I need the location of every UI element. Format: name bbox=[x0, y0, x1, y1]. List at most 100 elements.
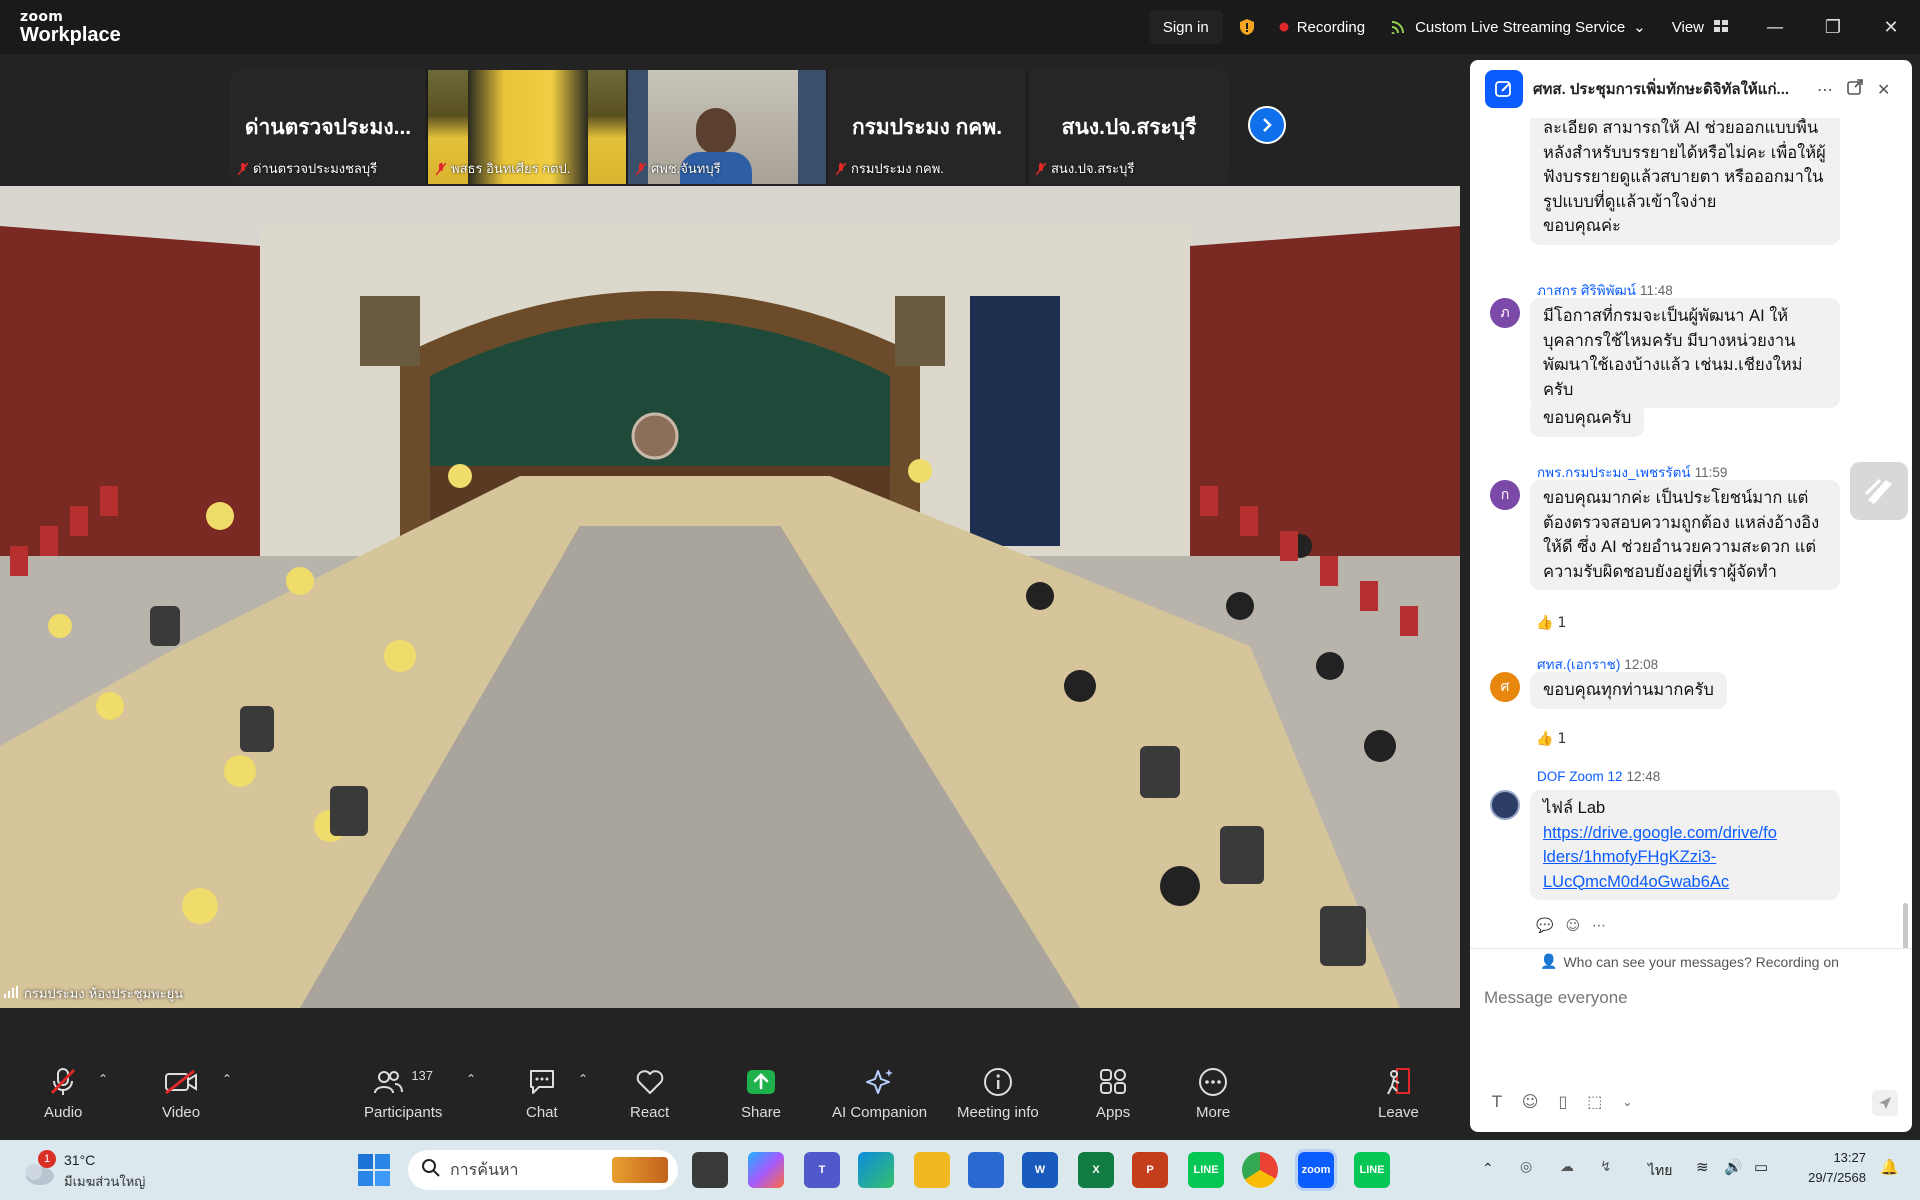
active-speaker-video[interactable]: กรมประมง ห้องประชุมพะยูน bbox=[0, 186, 1460, 1008]
thumbs-up-icon: 👍 bbox=[1536, 615, 1554, 631]
message-input[interactable]: Message everyone bbox=[1484, 988, 1628, 1008]
next-page-button[interactable] bbox=[1248, 106, 1286, 144]
avatar[interactable]: ศ bbox=[1490, 672, 1520, 702]
emoji-icon[interactable]: ☺ bbox=[1522, 1092, 1539, 1111]
participant-tile[interactable]: กรมประมง กคพ. กรมประมง กคพ. bbox=[828, 70, 1028, 184]
text-format-icon[interactable]: T bbox=[1492, 1092, 1502, 1111]
reaction-badge[interactable]: 👍 1 bbox=[1536, 615, 1566, 631]
chat-options-caret[interactable]: ⌃ bbox=[578, 1072, 588, 1086]
leave-label: Leave bbox=[1378, 1104, 1419, 1121]
chat-scrollbar[interactable] bbox=[1903, 903, 1908, 948]
more-icon bbox=[1198, 1064, 1228, 1100]
chat-bubble[interactable]: ไฟล์ Lab https://drive.google.com/drive/… bbox=[1530, 790, 1840, 900]
whiteboard-float-icon[interactable] bbox=[1850, 462, 1908, 520]
live-stream-label: Custom Live Streaming Service bbox=[1415, 18, 1626, 36]
drive-link[interactable]: lders/1hmofyFHgKZzi3- bbox=[1543, 845, 1827, 870]
tray-icon[interactable]: ◎ bbox=[1520, 1158, 1532, 1175]
chat-bubble[interactable]: ขอบคุณมากค่ะ เป็นประโยชน์มาก แต่ ต้องตรว… bbox=[1530, 480, 1840, 590]
tray-icon[interactable]: ↯ bbox=[1600, 1158, 1612, 1175]
teams-icon[interactable]: T bbox=[804, 1152, 840, 1188]
chevron-up-icon[interactable]: ⌃ bbox=[1482, 1160, 1494, 1177]
pop-out-icon[interactable] bbox=[1847, 79, 1863, 99]
chat-bubble[interactable]: มีโอกาสที่กรมจะเป็นผู้พัฒนา AI ให้ บุคลา… bbox=[1530, 298, 1840, 408]
chat-more-icon[interactable]: ⋯ bbox=[1817, 80, 1833, 99]
zoom-taskbar-icon[interactable]: zoom bbox=[1295, 1149, 1337, 1191]
windows-start-icon[interactable] bbox=[358, 1154, 390, 1191]
participant-tile[interactable]: ด่านตรวจประมง... ด่านตรวจประมงชลบุรี bbox=[230, 70, 428, 184]
audio-options-caret[interactable]: ⌃ bbox=[98, 1072, 108, 1086]
view-button[interactable]: View bbox=[1663, 10, 1736, 44]
clock-date[interactable]: 29/7/2568 bbox=[1796, 1170, 1866, 1185]
tile-name: สนง.ปจ.สระบุรี bbox=[1051, 161, 1135, 176]
sender-name: DOF Zoom 12 bbox=[1537, 769, 1623, 784]
video-options-caret[interactable]: ⌃ bbox=[222, 1072, 232, 1086]
security-icon[interactable] bbox=[1232, 10, 1261, 44]
compose-icon[interactable] bbox=[1485, 70, 1523, 108]
send-icon[interactable] bbox=[1872, 1090, 1898, 1116]
edge-icon[interactable] bbox=[858, 1152, 894, 1188]
apps-button[interactable]: Apps bbox=[1096, 1064, 1130, 1121]
chat-bubble[interactable]: ละเอียด สามารถให้ AI ช่วยออกแบบพื้น หลัง… bbox=[1530, 118, 1840, 245]
participant-tile[interactable]: ศพช.จันทบุรี bbox=[628, 70, 828, 184]
message-time: 11:48 bbox=[1639, 283, 1673, 298]
reaction-badge[interactable]: 👍 1 bbox=[1536, 731, 1566, 747]
taskbar-search[interactable]: การค้นหา bbox=[408, 1150, 678, 1190]
leave-button[interactable]: Leave bbox=[1378, 1064, 1419, 1121]
video-button[interactable]: Video bbox=[162, 1064, 200, 1121]
participant-tile[interactable]: สนง.ปจ.สระบุรี สนง.ปจ.สระบุรี bbox=[1028, 70, 1230, 184]
battery-icon[interactable]: ▭ bbox=[1754, 1158, 1768, 1176]
avatar[interactable] bbox=[1490, 790, 1520, 820]
reply-icon[interactable]: 💬 bbox=[1536, 918, 1553, 934]
mic-off-icon bbox=[435, 162, 447, 176]
task-view-icon[interactable] bbox=[692, 1152, 728, 1188]
copilot-icon[interactable] bbox=[748, 1152, 784, 1188]
close-icon[interactable]: ✕ bbox=[1862, 0, 1920, 54]
participants-options-caret[interactable]: ⌃ bbox=[466, 1072, 476, 1086]
recording-indicator[interactable]: Recording bbox=[1270, 10, 1374, 44]
weather-icon[interactable]: 1 bbox=[20, 1150, 60, 1190]
file-explorer-icon[interactable] bbox=[914, 1152, 950, 1188]
chevron-down-icon[interactable]: ⌄ bbox=[1622, 1095, 1632, 1109]
volume-icon[interactable]: 🔊 bbox=[1724, 1158, 1743, 1176]
reaction-count: 1 bbox=[1557, 615, 1567, 631]
meeting-info-button[interactable]: Meeting info bbox=[957, 1064, 1039, 1121]
avatar[interactable]: ภ bbox=[1490, 298, 1520, 328]
drive-link[interactable]: LUcQmcM0d4oGwab6Ac bbox=[1543, 870, 1827, 895]
ai-companion-button[interactable]: AI Companion bbox=[832, 1064, 927, 1121]
message-more-icon[interactable]: ⋯ bbox=[1592, 918, 1606, 934]
message-sender[interactable]: DOF Zoom 12 12:48 bbox=[1537, 769, 1660, 784]
share-button[interactable]: Share bbox=[741, 1064, 781, 1121]
word-icon[interactable]: W bbox=[1022, 1152, 1058, 1188]
minimize-icon[interactable]: — bbox=[1746, 0, 1804, 54]
chat-bubble[interactable]: ขอบคุณทุกท่านมากครับ bbox=[1530, 672, 1727, 709]
notification-icon[interactable]: 🔔 bbox=[1880, 1158, 1899, 1176]
store-icon[interactable] bbox=[968, 1152, 1004, 1188]
close-chat-icon[interactable]: ✕ bbox=[1877, 80, 1890, 99]
line-icon[interactable]: LINE bbox=[1188, 1152, 1224, 1188]
drive-link[interactable]: https://drive.google.com/drive/fo bbox=[1543, 821, 1827, 846]
wifi-icon[interactable]: ≋ bbox=[1696, 1158, 1709, 1176]
restore-icon[interactable]: ❐ bbox=[1804, 0, 1862, 54]
clock-time[interactable]: 13:27 bbox=[1806, 1150, 1866, 1165]
add-reaction-icon[interactable]: ☺ bbox=[1565, 918, 1580, 934]
input-language[interactable]: ไทย bbox=[1648, 1160, 1672, 1182]
audio-button[interactable]: Audio bbox=[44, 1064, 82, 1121]
chat-button[interactable]: Chat bbox=[526, 1064, 558, 1121]
onedrive-icon[interactable]: ☁ bbox=[1560, 1158, 1574, 1175]
participant-tile[interactable]: พสธร อินทเศียร กตป. bbox=[428, 70, 628, 184]
chat-bubble[interactable]: ขอบคุณครับ bbox=[1530, 400, 1645, 437]
message-visibility-notice[interactable]: 👤 Who can see your messages? Recording o… bbox=[1470, 948, 1912, 974]
participants-count: 137 bbox=[411, 1067, 434, 1083]
signin-button[interactable]: Sign in bbox=[1148, 10, 1223, 44]
excel-icon[interactable]: X bbox=[1078, 1152, 1114, 1188]
more-button[interactable]: More bbox=[1196, 1064, 1230, 1121]
file-icon[interactable]: ▯ bbox=[1558, 1092, 1567, 1111]
react-button[interactable]: React bbox=[630, 1064, 669, 1121]
powerpoint-icon[interactable]: P bbox=[1132, 1152, 1168, 1188]
participants-button[interactable]: 137 Participants bbox=[364, 1064, 442, 1122]
live-stream-button[interactable]: Custom Live Streaming Service ⌄ bbox=[1383, 10, 1654, 44]
avatar[interactable]: ก bbox=[1490, 480, 1520, 510]
line-icon[interactable]: LINE bbox=[1354, 1152, 1390, 1188]
screenshot-icon[interactable]: ⬚ bbox=[1587, 1092, 1602, 1111]
chrome-icon[interactable] bbox=[1242, 1152, 1278, 1188]
